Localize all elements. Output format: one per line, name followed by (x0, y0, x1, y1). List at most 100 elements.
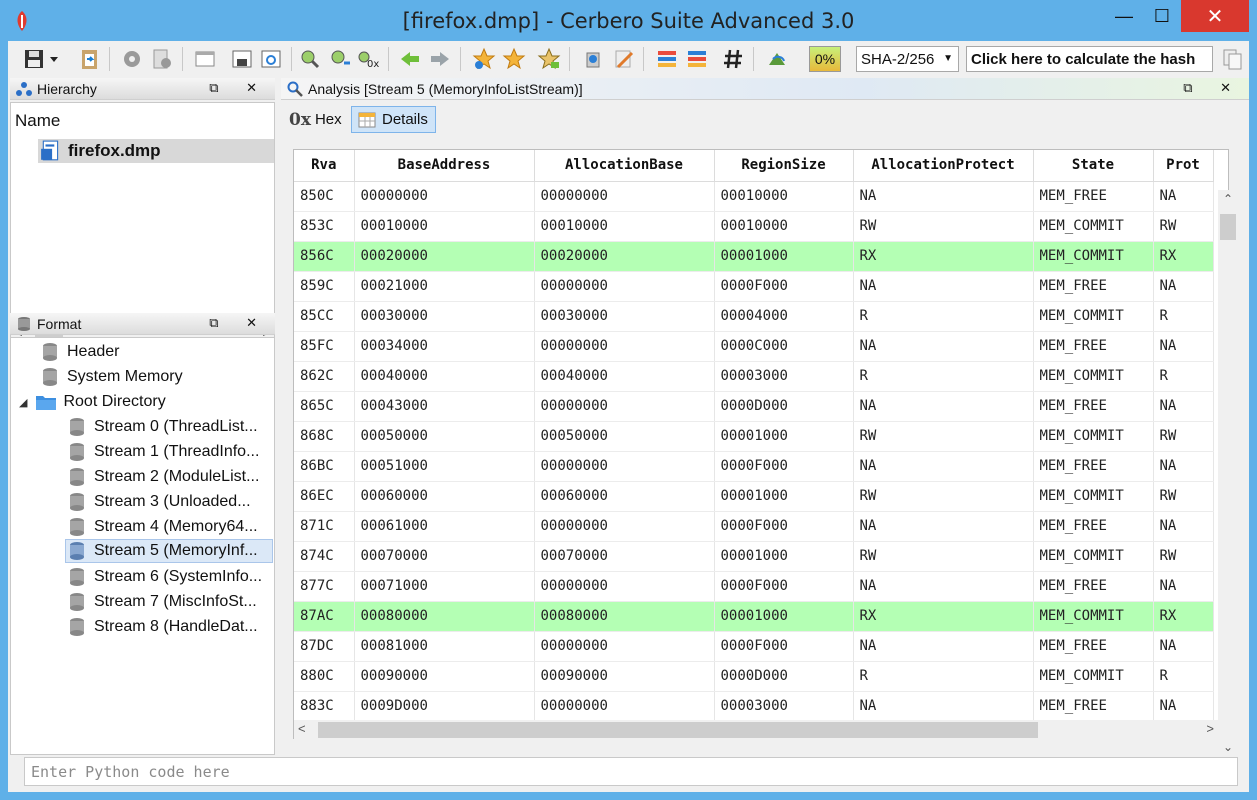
refresh-layout-icon[interactable] (259, 47, 283, 71)
hash-icon[interactable] (721, 47, 745, 71)
format-item-stream-8[interactable]: Stream 8 (HandleDat... (68, 615, 258, 639)
table-cell: 00003000 (714, 361, 854, 392)
format-item-stream-1[interactable]: Stream 1 (ThreadInfo... (68, 440, 259, 464)
table-row[interactable]: 883C 0009D000 00000000 00003000 NA MEM_FREE NA (294, 691, 1214, 722)
document-settings-icon[interactable] (150, 47, 174, 71)
format-item-stream-4[interactable]: Stream 4 (Memory64... (68, 515, 258, 539)
format-item-stream-2[interactable]: Stream 2 (ModuleList... (68, 465, 259, 489)
table-cell: NA (853, 391, 1034, 422)
table-cell: NA (853, 181, 1034, 212)
window-icon[interactable] (193, 47, 217, 71)
table-horizontal-scrollbar[interactable]: < > (294, 720, 1218, 740)
format-item-system-memory[interactable]: System Memory (41, 365, 183, 389)
panel-float-close-buttons[interactable]: ⧉ ✕ (209, 315, 269, 331)
copy-hash-icon[interactable] (1220, 47, 1244, 71)
forward-arrow-icon[interactable] (428, 47, 452, 71)
bookmark-star-icon[interactable] (502, 47, 526, 71)
find-next-icon[interactable] (328, 47, 352, 71)
table-row[interactable]: 859C 00021000 00000000 0000F000 NA MEM_FREE NA (294, 271, 1214, 302)
calculate-hash-button[interactable]: Click here to calculate the hash (966, 46, 1213, 72)
scrollbar-thumb[interactable] (318, 722, 1038, 738)
format-item-stream-6[interactable]: Stream 6 (SystemInfo... (68, 565, 262, 589)
table-row[interactable]: 865C 00043000 00000000 0000D000 NA MEM_FREE NA (294, 391, 1214, 422)
format-item-stream-0[interactable]: Stream 0 (ThreadList... (68, 415, 258, 439)
table-row[interactable]: 880C 00090000 00090000 0000D000 R MEM_COMMIT R (294, 661, 1214, 692)
tab-hex[interactable]: 0x Hex (283, 106, 348, 133)
column-header-allocation-protect[interactable]: AllocationProtect (853, 150, 1034, 182)
scroll-up-icon[interactable]: ⌃ (1223, 192, 1233, 206)
minimize-button[interactable]: — (1105, 0, 1143, 32)
toolbar-separator (388, 47, 389, 71)
table-row[interactable]: 871C 00061000 00000000 0000F000 NA MEM_FREE NA (294, 511, 1214, 542)
table-row[interactable]: 850C 00000000 00000000 00010000 NA MEM_FREE NA (294, 181, 1214, 212)
format-item-stream-7[interactable]: Stream 7 (MiscInfoSt... (68, 590, 257, 614)
settings-gear-icon[interactable] (120, 47, 144, 71)
hash-algorithm-select[interactable]: SHA-2/256 ▼ (856, 46, 959, 72)
format-item-label: Stream 4 (Memory64... (94, 518, 258, 535)
format-item-stream-5[interactable]: Stream 5 (MemoryInf... (65, 539, 273, 563)
close-button[interactable]: ✕ (1181, 0, 1249, 32)
table-row[interactable]: 85CC 00030000 00030000 00004000 R MEM_COMMIT R (294, 301, 1214, 332)
panel-float-close-buttons[interactable]: ⧉ ✕ (1183, 80, 1243, 96)
column-header-base-address[interactable]: BaseAddress (354, 150, 535, 182)
table-row[interactable]: 86BC 00051000 00000000 0000F000 NA MEM_FREE NA (294, 451, 1214, 482)
column-header-protect[interactable]: Prot (1153, 150, 1214, 182)
table-row[interactable]: 853C 00010000 00010000 00010000 RW MEM_COMMIT… (294, 211, 1214, 242)
bookmarks-list-icon[interactable] (537, 47, 561, 71)
table-cell: 0000F000 (714, 451, 854, 482)
edit-pencil-icon[interactable] (612, 47, 636, 71)
column-header-allocation-base[interactable]: AllocationBase (534, 150, 715, 182)
maximize-button[interactable]: ☐ (1143, 0, 1181, 32)
hierarchy-column-header[interactable]: Name (15, 111, 60, 131)
table-row[interactable]: 868C 00050000 00050000 00001000 RW MEM_COMMIT… (294, 421, 1214, 452)
hierarchy-item-firefox-dmp[interactable]: firefox.dmp (38, 139, 274, 163)
table-row[interactable]: 87AC 00080000 00080000 00001000 RX MEM_COMMIT… (294, 601, 1214, 632)
table-cell: NA (853, 571, 1034, 602)
table-row[interactable]: 856C 00020000 00020000 00001000 RX MEM_COMMIT… (294, 241, 1214, 272)
table-row[interactable]: 862C 00040000 00040000 00003000 R MEM_COMMIT R (294, 361, 1214, 392)
table-cell: RW (853, 481, 1034, 512)
goto-offset-icon[interactable]: 0x (356, 47, 380, 71)
table-cell: 00081000 (354, 631, 535, 662)
table-cell: MEM_FREE (1033, 181, 1154, 212)
scrollbar-thumb[interactable] (1220, 214, 1236, 240)
format-item-root-directory[interactable]: ◢ Root Directory (19, 390, 166, 414)
scroll-left-icon[interactable]: < (298, 721, 306, 736)
scroll-right-icon[interactable]: > (1206, 721, 1214, 736)
find-icon[interactable] (298, 47, 322, 71)
back-arrow-icon[interactable] (398, 47, 422, 71)
table-row[interactable]: 86EC 00060000 00060000 00001000 RW MEM_COMMIT… (294, 481, 1214, 512)
table-cell: MEM_COMMIT (1033, 361, 1154, 392)
column-header-region-size[interactable]: RegionSize (714, 150, 854, 182)
table-cell: RW (853, 541, 1034, 572)
panel-float-close-buttons[interactable]: ⧉ ✕ (209, 80, 269, 96)
color-layout-icon[interactable] (655, 47, 679, 71)
table-cell: 00001000 (714, 421, 854, 452)
database-icon (70, 542, 84, 560)
format-item-label: Stream 3 (Unloaded... (94, 493, 251, 510)
column-header-rva[interactable]: Rva (294, 150, 355, 182)
scan-icon[interactable] (582, 47, 606, 71)
tab-details[interactable]: Details (351, 106, 436, 133)
clipboard-icon[interactable] (78, 47, 102, 71)
tab-details-label: Details (382, 111, 428, 128)
table-cell: MEM_COMMIT (1033, 601, 1154, 632)
table-cell: RX (853, 241, 1034, 272)
save-dropdown-icon[interactable] (48, 47, 60, 71)
tree-collapse-icon[interactable]: ◢ (19, 396, 27, 409)
color-layout-alt-icon[interactable] (685, 47, 709, 71)
scroll-down-icon[interactable]: ⌄ (1223, 740, 1233, 754)
table-row[interactable]: 85FC 00034000 00000000 0000C000 NA MEM_FREE NA (294, 331, 1214, 362)
run-script-icon[interactable] (765, 47, 789, 71)
python-console-input[interactable]: Enter Python code here (24, 757, 1238, 786)
table-row[interactable]: 874C 00070000 00070000 00001000 RW MEM_COMMIT… (294, 541, 1214, 572)
table-row[interactable]: 87DC 00081000 00000000 0000F000 NA MEM_FREE NA (294, 631, 1214, 662)
format-item-stream-3[interactable]: Stream 3 (Unloaded... (68, 490, 251, 514)
table-row[interactable]: 877C 00071000 00000000 0000F000 NA MEM_FREE NA (294, 571, 1214, 602)
bookmark-star-add-icon[interactable] (472, 47, 496, 71)
format-item-header[interactable]: Header (41, 340, 119, 364)
table-vertical-scrollbar[interactable]: ⌃ ⌄ (1218, 190, 1238, 760)
column-header-state[interactable]: State (1033, 150, 1154, 182)
save-layout-icon[interactable] (230, 47, 254, 71)
save-icon[interactable] (22, 47, 46, 71)
